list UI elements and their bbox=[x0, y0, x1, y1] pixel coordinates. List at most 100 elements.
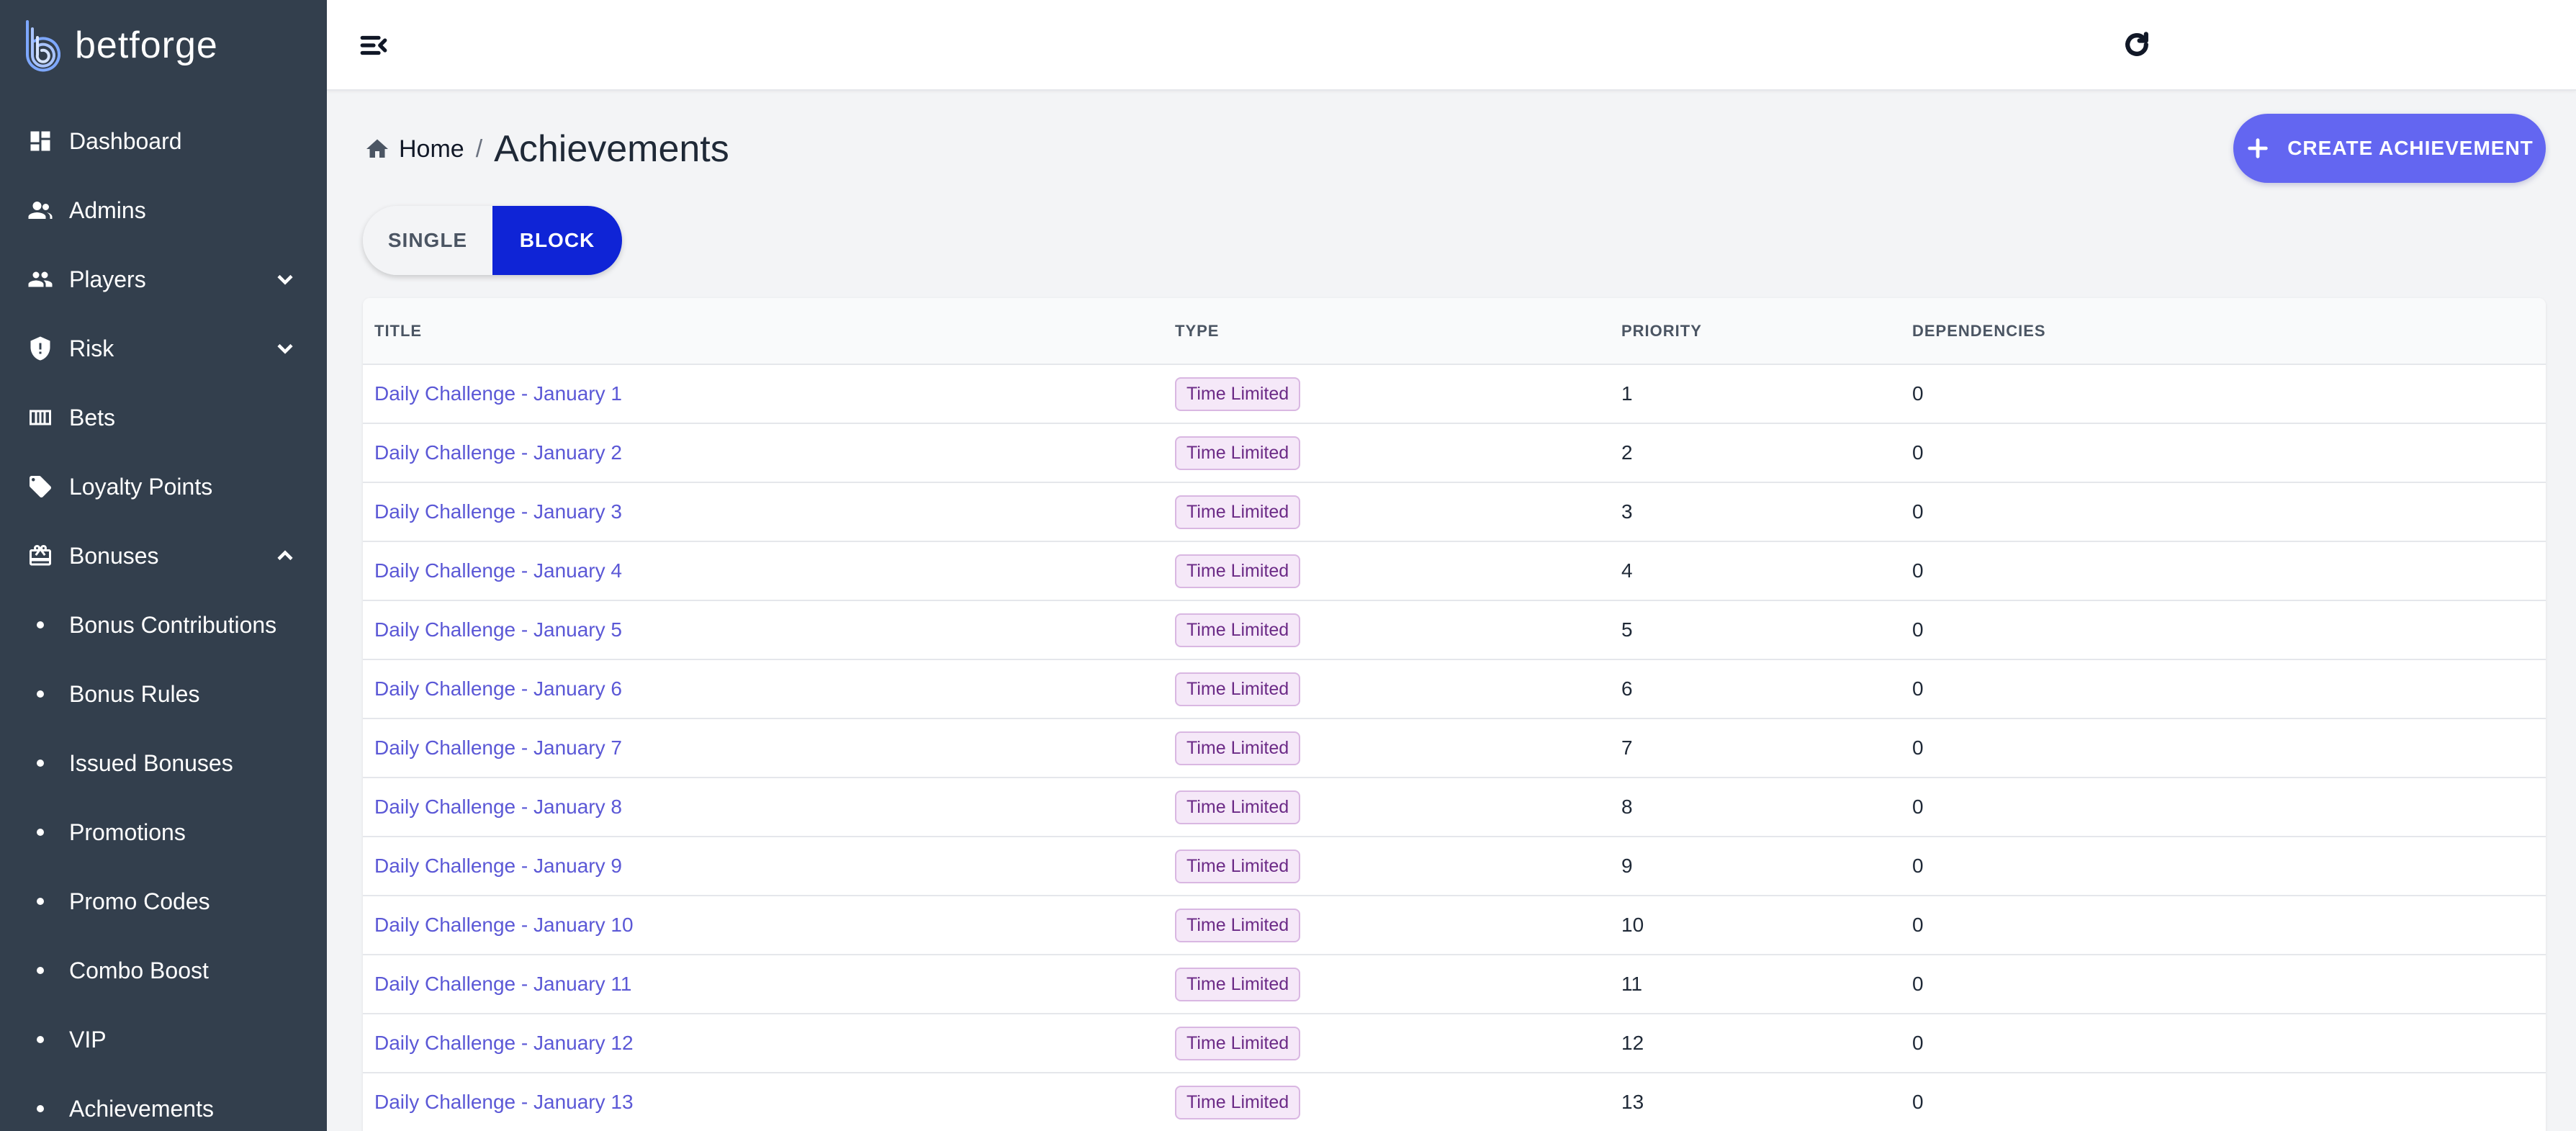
breadcrumb-home-link[interactable]: Home bbox=[399, 135, 464, 163]
menu-collapse-icon[interactable] bbox=[359, 30, 389, 60]
cell-priority: 10 bbox=[1610, 896, 1901, 955]
cell-priority: 3 bbox=[1610, 482, 1901, 542]
achievement-title-link[interactable]: Daily Challenge - January 7 bbox=[374, 736, 622, 759]
cell-priority: 5 bbox=[1610, 600, 1901, 660]
sidebar-item-label: Combo Boost bbox=[69, 957, 209, 983]
table-row[interactable]: Daily Challenge - January 13 Time Limited… bbox=[363, 1073, 2546, 1131]
achievements-table: TITLE TYPE PRIORITY DEPENDENCIES Daily C… bbox=[363, 298, 2546, 1131]
achievement-title-link[interactable]: Daily Challenge - January 9 bbox=[374, 855, 622, 877]
achievement-title-link[interactable]: Daily Challenge - January 10 bbox=[374, 914, 634, 936]
tag-icon bbox=[26, 472, 55, 501]
chevron-up-icon[interactable] bbox=[272, 543, 298, 569]
bullet-icon bbox=[37, 1036, 44, 1043]
achievement-title-link[interactable]: Daily Challenge - January 4 bbox=[374, 559, 622, 582]
chevron-down-icon[interactable] bbox=[272, 266, 298, 292]
achievement-title-link[interactable]: Daily Challenge - January 5 bbox=[374, 618, 622, 641]
create-achievement-label: CREATE ACHIEVEMENT bbox=[2287, 137, 2534, 159]
bets-icon bbox=[26, 403, 55, 432]
sidebar-subitem-achievements[interactable]: Achievements bbox=[0, 1074, 327, 1131]
sidebar-item-label: Achievements bbox=[69, 1095, 214, 1122]
cell-dependencies: 0 bbox=[1901, 837, 2546, 896]
type-badge: Time Limited bbox=[1175, 436, 1301, 470]
column-header-priority[interactable]: PRIORITY bbox=[1610, 298, 1901, 365]
achievement-title-link[interactable]: Daily Challenge - January 6 bbox=[374, 677, 622, 700]
achievement-title-link[interactable]: Daily Challenge - January 11 bbox=[374, 973, 631, 995]
cell-dependencies: 0 bbox=[1901, 778, 2546, 837]
cell-title: Daily Challenge - January 5 bbox=[363, 600, 1163, 660]
cell-dependencies: 0 bbox=[1901, 600, 2546, 660]
chevron-down-icon[interactable] bbox=[272, 335, 298, 361]
table-row[interactable]: Daily Challenge - January 1 Time Limited 1… bbox=[363, 364, 2546, 424]
bullet-icon bbox=[37, 898, 44, 905]
sidebar-item-bets[interactable]: Bets bbox=[0, 383, 327, 452]
brand[interactable]: betforge bbox=[20, 19, 218, 72]
mode-toggle-group: SINGLE BLOCK bbox=[363, 206, 622, 275]
cell-dependencies: 0 bbox=[1901, 364, 2546, 424]
sidebar-item-admins[interactable]: Admins bbox=[0, 176, 327, 245]
column-header-title[interactable]: TITLE bbox=[363, 298, 1163, 365]
create-achievement-button[interactable]: CREATE ACHIEVEMENT bbox=[2233, 114, 2546, 183]
achievements-table-card: TITLE TYPE PRIORITY DEPENDENCIES Daily C… bbox=[363, 298, 2546, 1131]
achievement-title-link[interactable]: Daily Challenge - January 1 bbox=[374, 382, 622, 405]
achievement-title-link[interactable]: Daily Challenge - January 2 bbox=[374, 441, 622, 464]
table-row[interactable]: Daily Challenge - January 5 Time Limited 5… bbox=[363, 600, 2546, 660]
table-row[interactable]: Daily Challenge - January 9 Time Limited 9… bbox=[363, 837, 2546, 896]
sidebar-item-label: Bets bbox=[69, 404, 116, 431]
cell-dependencies: 0 bbox=[1901, 718, 2546, 778]
cell-title: Daily Challenge - January 11 bbox=[363, 955, 1163, 1014]
sidebar-item-risk[interactable]: Risk bbox=[0, 314, 327, 383]
sidebar-subitem-issued-bonuses[interactable]: Issued Bonuses bbox=[0, 729, 327, 798]
table-row[interactable]: Daily Challenge - January 2 Time Limited 2… bbox=[363, 423, 2546, 483]
table-row[interactable]: Daily Challenge - January 3 Time Limited 3… bbox=[363, 482, 2546, 542]
table-header-row: TITLE TYPE PRIORITY DEPENDENCIES bbox=[363, 298, 2546, 365]
achievement-title-link[interactable]: Daily Challenge - January 12 bbox=[374, 1032, 634, 1054]
sidebar-subitem-promo-codes[interactable]: Promo Codes bbox=[0, 867, 327, 936]
cell-title: Daily Challenge - January 4 bbox=[363, 541, 1163, 601]
cell-priority: 6 bbox=[1610, 659, 1901, 719]
sidebar: betforge Dashboard Admins Players Risk B… bbox=[0, 0, 327, 1131]
cell-priority: 7 bbox=[1610, 718, 1901, 778]
home-icon[interactable] bbox=[364, 136, 390, 162]
table-row[interactable]: Daily Challenge - January 7 Time Limited 7… bbox=[363, 718, 2546, 778]
cell-dependencies: 0 bbox=[1901, 423, 2546, 483]
page-title: Achievements bbox=[494, 128, 729, 170]
toggle-single-button[interactable]: SINGLE bbox=[363, 206, 492, 275]
cell-type: Time Limited bbox=[1163, 600, 1610, 660]
table-row[interactable]: Daily Challenge - January 8 Time Limited 8… bbox=[363, 778, 2546, 837]
sidebar-nav: Dashboard Admins Players Risk Bets Loyal… bbox=[0, 107, 327, 1131]
sidebar-item-loyalty-points[interactable]: Loyalty Points bbox=[0, 452, 327, 521]
sidebar-item-label: Issued Bonuses bbox=[69, 749, 233, 776]
sidebar-subitem-bonus-rules[interactable]: Bonus Rules bbox=[0, 659, 327, 729]
sidebar-subitem-combo-boost[interactable]: Combo Boost bbox=[0, 936, 327, 1005]
sidebar-subitem-vip[interactable]: VIP bbox=[0, 1005, 327, 1074]
sidebar-item-label: VIP bbox=[69, 1026, 107, 1053]
sidebar-item-bonuses[interactable]: Bonuses bbox=[0, 521, 327, 590]
achievement-title-link[interactable]: Daily Challenge - January 3 bbox=[374, 500, 622, 523]
toggle-block-button[interactable]: BLOCK bbox=[492, 206, 622, 275]
table-row[interactable]: Daily Challenge - January 4 Time Limited 4… bbox=[363, 541, 2546, 601]
cell-title: Daily Challenge - January 9 bbox=[363, 837, 1163, 896]
type-badge: Time Limited bbox=[1175, 849, 1301, 883]
cell-type: Time Limited bbox=[1163, 837, 1610, 896]
sidebar-item-dashboard[interactable]: Dashboard bbox=[0, 107, 327, 176]
cell-type: Time Limited bbox=[1163, 659, 1610, 719]
achievement-title-link[interactable]: Daily Challenge - January 8 bbox=[374, 796, 622, 818]
achievement-title-link[interactable]: Daily Challenge - January 13 bbox=[374, 1091, 634, 1113]
players-icon bbox=[26, 265, 55, 294]
column-header-type[interactable]: TYPE bbox=[1163, 298, 1610, 365]
table-row[interactable]: Daily Challenge - January 6 Time Limited 6… bbox=[363, 659, 2546, 719]
sidebar-subitem-promotions[interactable]: Promotions bbox=[0, 798, 327, 867]
table-row[interactable]: Daily Challenge - January 12 Time Limited… bbox=[363, 1014, 2546, 1073]
sidebar-subitem-bonus-contributions[interactable]: Bonus Contributions bbox=[0, 590, 327, 659]
column-header-dependencies[interactable]: DEPENDENCIES bbox=[1901, 298, 2546, 365]
cell-type: Time Limited bbox=[1163, 718, 1610, 778]
cell-type: Time Limited bbox=[1163, 482, 1610, 542]
gift-icon bbox=[26, 541, 55, 570]
sidebar-item-players[interactable]: Players bbox=[0, 245, 327, 314]
top-bar bbox=[327, 0, 2576, 91]
cell-priority: 12 bbox=[1610, 1014, 1901, 1073]
refresh-icon[interactable] bbox=[2121, 29, 2153, 60]
table-row[interactable]: Daily Challenge - January 11 Time Limited… bbox=[363, 955, 2546, 1014]
table-row[interactable]: Daily Challenge - January 10 Time Limited… bbox=[363, 896, 2546, 955]
sidebar-item-label: Bonus Rules bbox=[69, 680, 200, 707]
